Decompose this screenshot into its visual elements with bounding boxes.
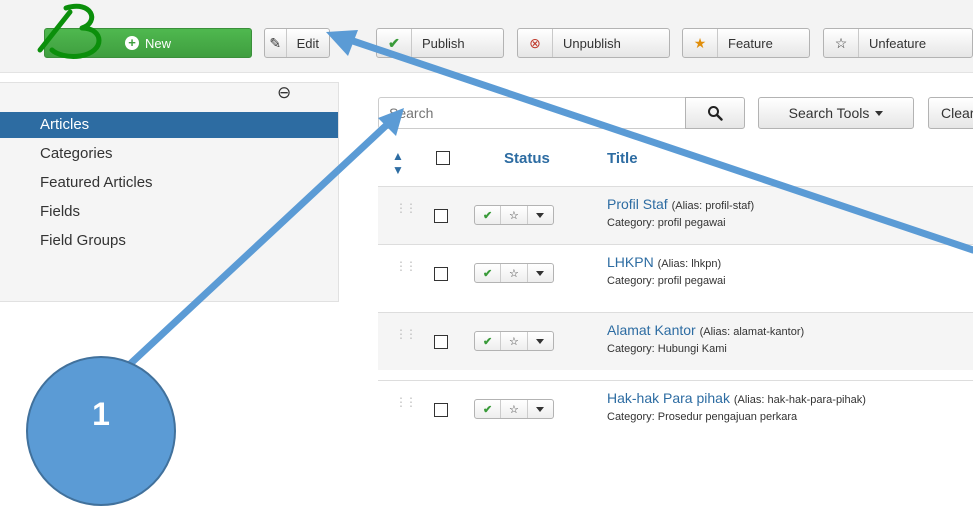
annotation-callout-1: 1 [26,356,176,506]
callout-number: 1 [92,396,110,432]
handwritten-b-mark [37,3,102,59]
annotation-arrow-to-edit [326,30,973,254]
annotation-arrow-to-search [124,108,404,370]
